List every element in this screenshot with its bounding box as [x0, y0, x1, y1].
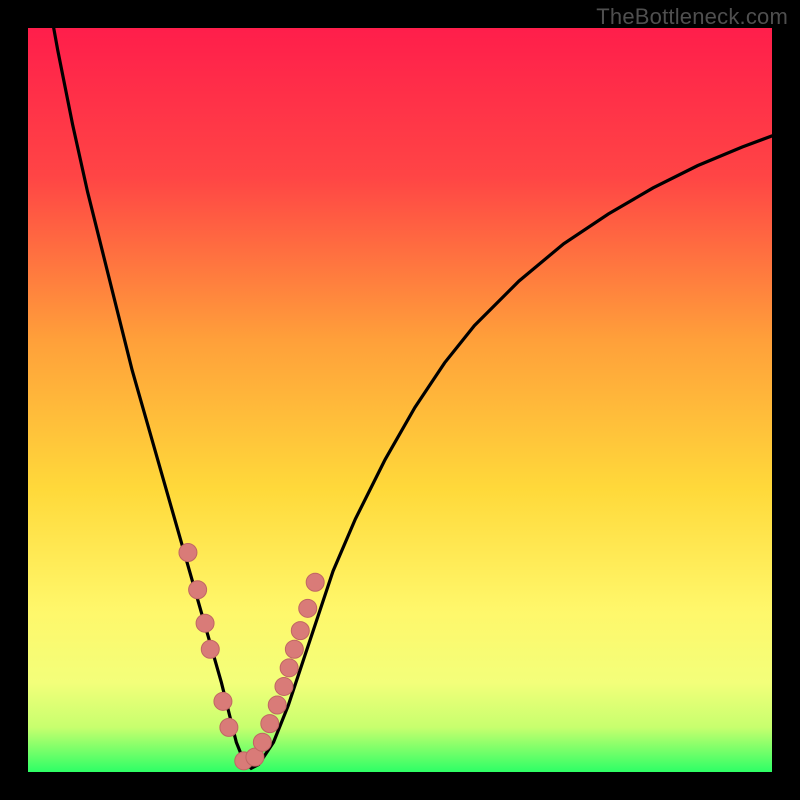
- data-marker: [253, 733, 271, 751]
- data-marker: [179, 544, 197, 562]
- data-marker: [261, 715, 279, 733]
- data-marker: [201, 640, 219, 658]
- data-marker: [291, 622, 309, 640]
- data-marker: [285, 640, 303, 658]
- data-marker: [196, 614, 214, 632]
- data-marker: [189, 581, 207, 599]
- data-marker: [280, 659, 298, 677]
- data-marker: [275, 677, 293, 695]
- data-marker: [299, 599, 317, 617]
- watermark-text: TheBottleneck.com: [596, 4, 788, 30]
- plot-area: [28, 28, 772, 772]
- data-marker: [268, 696, 286, 714]
- data-marker: [306, 573, 324, 591]
- chart-frame: TheBottleneck.com: [0, 0, 800, 800]
- data-marker: [214, 692, 232, 710]
- data-marker: [220, 718, 238, 736]
- notable-points: [28, 28, 772, 772]
